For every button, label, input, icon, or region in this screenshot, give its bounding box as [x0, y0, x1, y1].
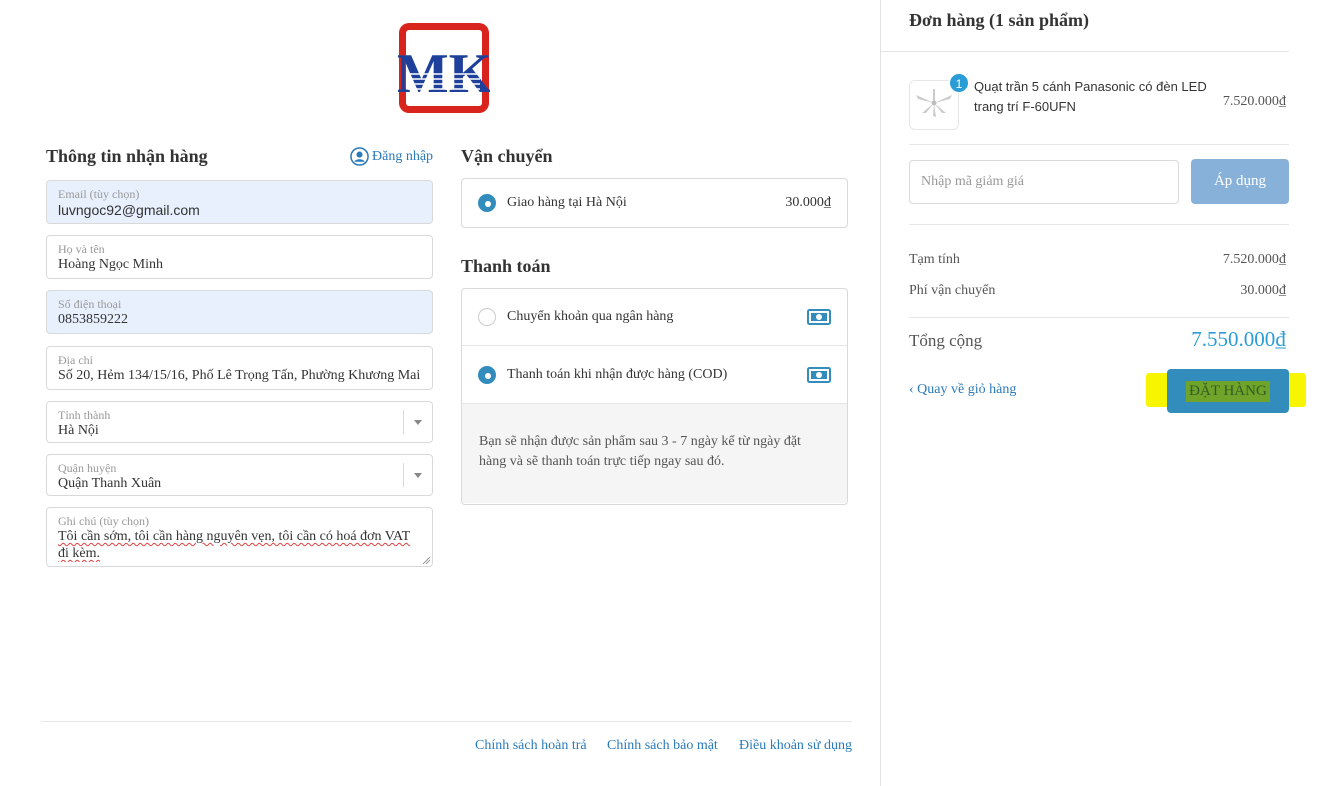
privacy-policy-link[interactable]: Chính sách bảo mật [607, 738, 718, 754]
payment-option-label: Chuyển khoản qua ngân hàng [507, 309, 674, 324]
select-divider [403, 463, 404, 487]
shipping-fee-value: 30.000₫ [1240, 283, 1286, 298]
fullname-field[interactable]: Họ và tên Hoàng Ngọc Minh [46, 235, 433, 279]
shipping-fee-label: Phí vận chuyển [909, 283, 996, 298]
district-select[interactable]: Quận huyện Quận Thanh Xuân [46, 454, 433, 496]
fullname-label: Họ và tên [58, 242, 105, 256]
sidebar-divider [909, 317, 1289, 318]
shipping-radio[interactable] [478, 194, 496, 212]
shipping-info-title: Thông tin nhận hàng [46, 146, 208, 166]
resize-handle-icon[interactable] [422, 556, 430, 564]
shipping-option-label: Giao hàng tại Hà Nội [507, 195, 627, 210]
coupon-input[interactable] [909, 160, 1179, 204]
apply-coupon-button[interactable]: Áp dụng [1191, 159, 1289, 204]
return-policy-link[interactable]: Chính sách hoàn trả [475, 738, 587, 754]
place-order-button[interactable]: ĐẶT HÀNG [1167, 369, 1289, 413]
place-order-label: ĐẶT HÀNG [1186, 380, 1270, 402]
email-label: Email (tùy chọn) [58, 187, 140, 201]
chevron-down-icon [414, 473, 422, 478]
footer-divider [41, 721, 852, 722]
province-label: Tỉnh thành [58, 408, 111, 422]
sidebar-divider [909, 144, 1289, 145]
order-title: Đơn hàng (1 sản phẩm) [909, 10, 1090, 30]
payment-option-label: Thanh toán khi nhận được hàng (COD) [507, 366, 728, 382]
back-to-cart-link[interactable]: ‹ Quay về giỏ hàng [909, 382, 1016, 398]
email-value: luvngoc92@gmail.com [58, 202, 200, 218]
sidebar-divider [881, 51, 1289, 52]
login-link[interactable]: Đăng nhập [350, 147, 433, 166]
address-field[interactable]: Địa chỉ Số 20, Hẻm 134/15/16, Phố Lê Trọ… [46, 346, 433, 390]
sidebar-divider [909, 224, 1289, 225]
shipping-title: Vận chuyển [461, 146, 553, 166]
select-divider [403, 410, 404, 434]
store-logo[interactable]: MK [398, 22, 490, 114]
note-textarea[interactable]: Ghi chú (tùy chọn) Tôi cần sớm, tôi cần … [46, 507, 433, 567]
phone-value: 0853859222 [58, 312, 128, 327]
email-field[interactable]: Email (tùy chọn) luvngoc92@gmail.com [46, 180, 433, 224]
note-value: Tôi cần sớm, tôi cần hàng nguyên vẹn, tô… [58, 529, 411, 561]
quantity-badge: 1 [949, 73, 969, 93]
province-value: Hà Nội [58, 423, 99, 438]
district-label: Quận huyện [58, 461, 117, 475]
back-to-cart-label: Quay về giỏ hàng [917, 382, 1017, 397]
payment-radio-cod[interactable] [478, 365, 496, 384]
login-label: Đăng nhập [372, 148, 434, 164]
order-summary-sidebar: Đơn hàng (1 sản phẩm) 1 Quạt trần 5 cánh… [880, 0, 1330, 786]
payment-method-box: Chuyển khoản qua ngân hàng Thanh toán kh… [461, 288, 848, 505]
cash-icon [807, 366, 831, 383]
payment-option-cod[interactable]: Thanh toán khi nhận được hàng (COD) [462, 346, 847, 403]
address-value: Số 20, Hẻm 134/15/16, Phố Lê Trọng Tấn, … [58, 368, 421, 383]
product-name: Quạt trần 5 cánh Panasonic có đèn LED tr… [974, 79, 1207, 114]
subtotal-value: 7.520.000₫ [1222, 252, 1286, 267]
cod-description: Bạn sẽ nhận được sản phẩm sau 3 - 7 ngày… [462, 403, 847, 503]
address-label: Địa chỉ [58, 353, 93, 367]
phone-field[interactable]: Số điện thoại 0853859222 [46, 290, 433, 334]
product-price: 7.520.000₫ [1222, 94, 1286, 109]
total-label: Tổng cộng [909, 331, 983, 350]
payment-title: Thanh toán [461, 256, 551, 276]
subtotal-label: Tạm tính [909, 252, 960, 267]
chevron-left-icon: ‹ [909, 382, 918, 397]
cash-icon [807, 309, 831, 325]
payment-radio-bank[interactable] [478, 308, 496, 326]
phone-label: Số điện thoại [58, 297, 122, 311]
user-circle-icon [350, 147, 369, 166]
note-label: Ghi chú (tùy chọn) [58, 514, 149, 528]
province-select[interactable]: Tỉnh thành Hà Nội [46, 401, 433, 443]
shipping-method-box: Giao hàng tại Hà Nội 30.000₫ [461, 178, 848, 228]
fullname-value: Hoàng Ngọc Minh [58, 257, 163, 272]
shipping-option-price: 30.000₫ [785, 195, 831, 210]
terms-link[interactable]: Điều khoản sử dụng [739, 738, 852, 754]
payment-option-bank[interactable]: Chuyển khoản qua ngân hàng [462, 289, 847, 346]
chevron-down-icon [414, 420, 422, 425]
shipping-option[interactable]: Giao hàng tại Hà Nội 30.000₫ [462, 179, 847, 227]
total-value: 7.550.000₫ [1191, 327, 1286, 351]
district-value: Quận Thanh Xuân [58, 476, 162, 491]
